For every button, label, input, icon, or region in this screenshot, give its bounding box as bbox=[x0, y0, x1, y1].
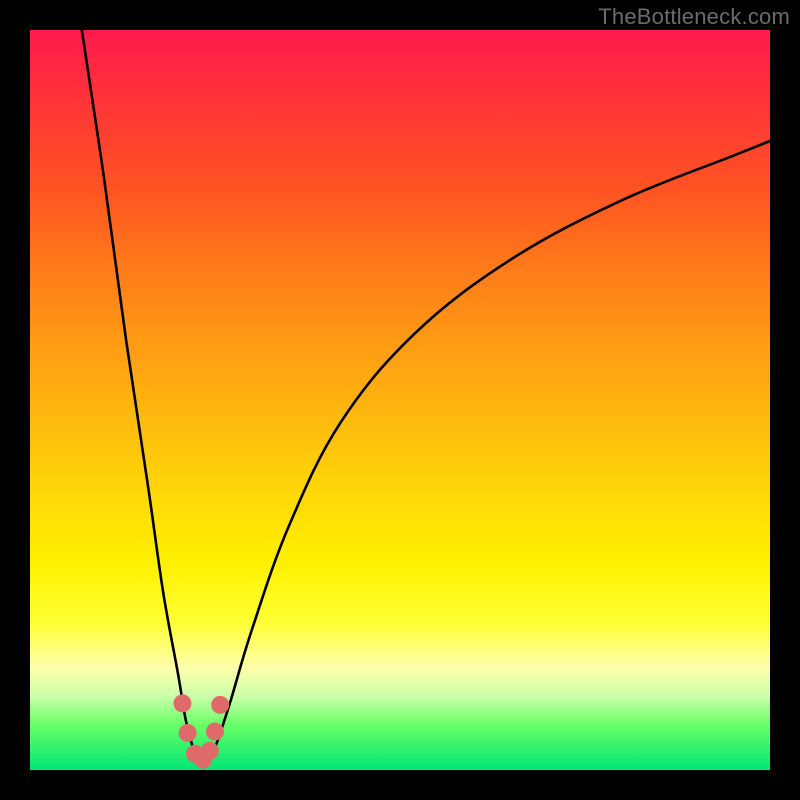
valley-marker bbox=[206, 723, 224, 741]
chart-frame: TheBottleneck.com bbox=[0, 0, 800, 800]
valley-marker bbox=[179, 724, 197, 742]
valley-marker bbox=[211, 696, 229, 714]
valley-marker bbox=[201, 742, 219, 760]
watermark-text: TheBottleneck.com bbox=[598, 4, 790, 30]
valley-marker bbox=[173, 694, 191, 712]
curve-layer bbox=[30, 30, 770, 770]
plot-area bbox=[30, 30, 770, 770]
curve-right-branch bbox=[208, 141, 770, 763]
curve-left-branch bbox=[82, 30, 197, 763]
valley-marker-group bbox=[173, 694, 229, 768]
